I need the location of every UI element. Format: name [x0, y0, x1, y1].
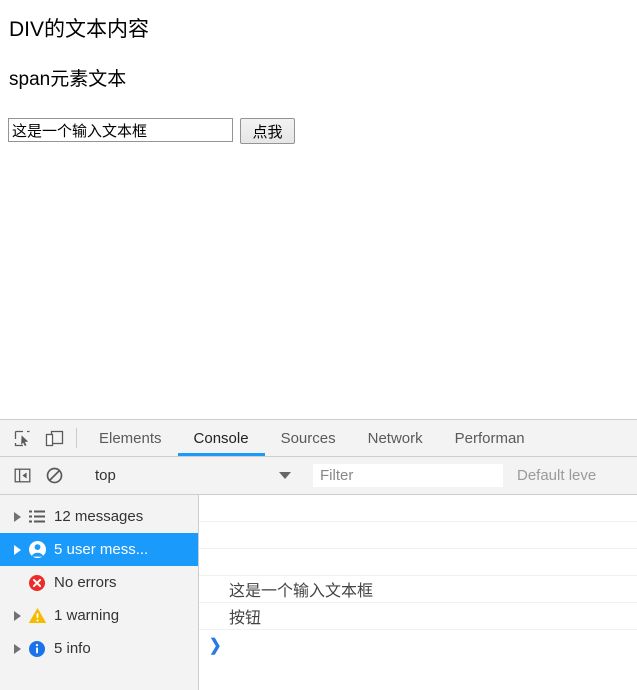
sidebar-item-label: 1 warning — [54, 607, 120, 624]
expand-arrow-icon[interactable] — [10, 511, 24, 522]
devtools-panel: Elements Console Sources Network Perform… — [0, 419, 637, 690]
expand-arrow-icon[interactable] — [10, 544, 24, 555]
tab-label: Elements — [99, 429, 162, 447]
console-body: 12 messages 5 user mess... No errors 1 w… — [0, 495, 637, 690]
toolbar-divider — [76, 428, 77, 448]
tab-label: Sources — [280, 429, 336, 447]
sidebar-item-label: 5 user mess... — [54, 541, 149, 558]
sidebar-item-errors[interactable]: No errors — [0, 566, 198, 599]
console-prompt[interactable]: ❯ — [199, 630, 637, 660]
tab-network[interactable]: Network — [352, 420, 439, 456]
console-message-list[interactable]: 这是一个输入文本框 按钮 ❯ — [199, 495, 637, 690]
console-message-row[interactable]: 这是一个输入文本框 — [199, 576, 637, 603]
console-sidebar: 12 messages 5 user mess... No errors 1 w… — [0, 495, 199, 690]
inspect-element-icon[interactable] — [6, 420, 38, 456]
devtools-tabbar: Elements Console Sources Network Perform… — [0, 420, 637, 457]
tab-elements[interactable]: Elements — [83, 420, 178, 456]
show-console-sidebar-icon[interactable] — [6, 468, 38, 483]
warning-icon — [24, 607, 50, 624]
console-message-row[interactable] — [199, 495, 637, 522]
chevron-down-icon — [279, 472, 291, 479]
page-span-text: span元素文本 — [9, 69, 127, 90]
sidebar-item-user-messages[interactable]: 5 user mess... — [0, 533, 198, 566]
info-icon — [24, 640, 50, 658]
sidebar-item-all-messages[interactable]: 12 messages — [0, 500, 198, 533]
console-filter-bar: top Default leve — [0, 457, 637, 495]
console-context-label: top — [95, 467, 116, 484]
page-viewport: DIV的文本内容 span元素文本 点我 — [0, 0, 637, 419]
console-context-selector[interactable]: top — [83, 467, 300, 484]
tab-label: Console — [193, 429, 249, 447]
tab-console[interactable]: Console — [177, 420, 265, 456]
click-me-button[interactable]: 点我 — [240, 118, 295, 144]
tab-label: Network — [367, 429, 423, 447]
prompt-caret-icon: ❯ — [209, 635, 222, 655]
tab-performance[interactable]: Performan — [439, 420, 541, 456]
sidebar-item-label: 5 info — [54, 640, 91, 657]
error-icon — [24, 574, 50, 592]
tab-sources[interactable]: Sources — [265, 420, 352, 456]
expand-arrow-icon[interactable] — [10, 643, 24, 654]
text-input[interactable] — [8, 118, 233, 142]
console-log-level-label: Default leve — [517, 467, 597, 484]
sidebar-item-label: No errors — [54, 574, 117, 591]
console-log-level-selector[interactable]: Default leve — [517, 467, 596, 484]
user-icon — [24, 540, 50, 559]
console-filter-input[interactable] — [313, 464, 503, 487]
device-toolbar-icon[interactable] — [38, 420, 70, 456]
clear-console-icon[interactable] — [38, 467, 70, 484]
console-message-row[interactable]: 按钮 — [199, 603, 637, 630]
sidebar-item-info[interactable]: 5 info — [0, 632, 198, 665]
tab-label: Performan — [454, 429, 525, 447]
page-form-row: 点我 — [8, 118, 295, 144]
sidebar-item-warnings[interactable]: 1 warning — [0, 599, 198, 632]
expand-arrow-icon[interactable] — [10, 610, 24, 621]
page-div-text: DIV的文本内容 — [9, 18, 150, 41]
sidebar-item-label: 12 messages — [54, 508, 144, 525]
console-message-row[interactable] — [199, 522, 637, 549]
list-icon — [24, 510, 50, 523]
console-message-row[interactable] — [199, 549, 637, 576]
